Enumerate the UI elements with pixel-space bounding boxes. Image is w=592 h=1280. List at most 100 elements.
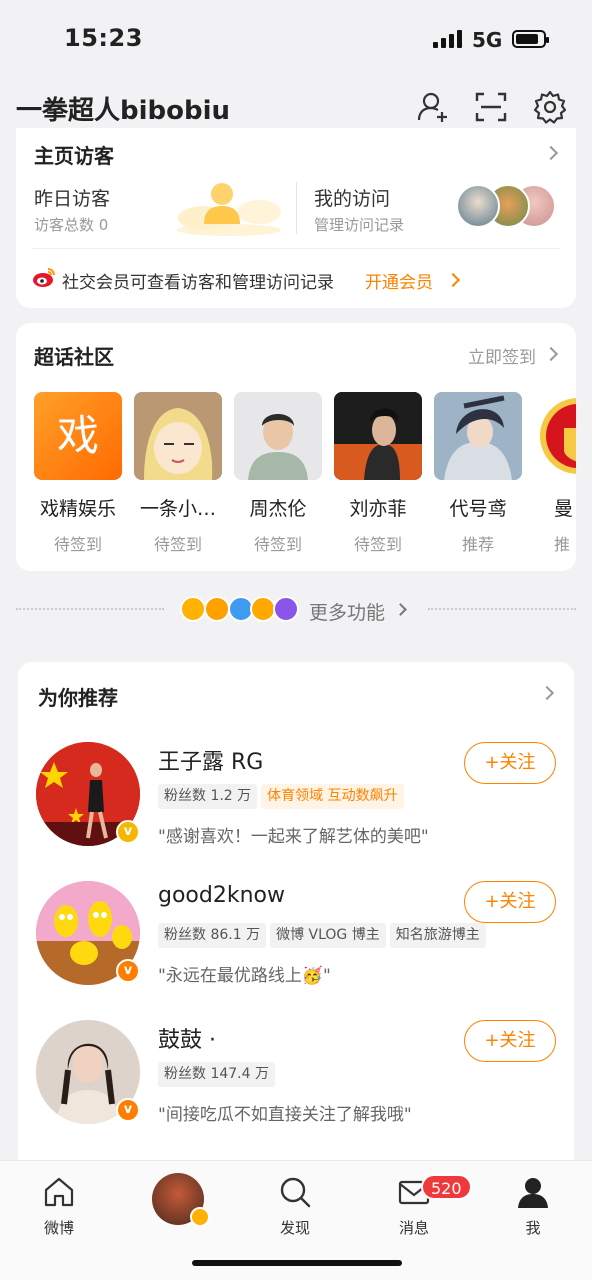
topic-name: 戏精娱乐	[39, 498, 116, 520]
anime-character-icon	[134, 392, 222, 480]
verified-badge-icon: v	[116, 1098, 140, 1122]
avatar	[152, 1173, 210, 1227]
tab-label: 微博	[43, 1219, 74, 1237]
topic-thumbnail: 戏	[34, 392, 122, 480]
topic-thumbnail	[434, 392, 522, 480]
topic-thumbnail	[534, 392, 576, 480]
super-topic-item[interactable]: 戏 戏精娱乐 待签到	[34, 392, 122, 555]
recommend-user-row[interactable]: v good2know 粉丝数 86.1 万微博 VLOG 博主 知名旅游博主 "…	[18, 881, 574, 1021]
tab-label: 我	[525, 1219, 541, 1237]
topic-status: 待签到	[53, 535, 102, 554]
gear-icon	[273, 596, 299, 622]
topic-status: 待签到	[353, 535, 402, 554]
user-icon	[518, 1178, 548, 1208]
recommend-user-row[interactable]: v 鼓鼓 · 粉丝数 147.4 万 "间接吃瓜不如直接关注了解我哦" +关注	[18, 1020, 574, 1160]
checkin-now-button[interactable]: 立即签到	[468, 343, 536, 368]
manage-visits-link[interactable]: 管理访问记录	[314, 214, 404, 235]
unread-count-badge: 520	[421, 1174, 472, 1200]
membership-promo-text: 社交会员可查看访客和管理访问记录	[62, 273, 334, 293]
visitor-total: 访客总数 0	[34, 216, 109, 234]
follow-button[interactable]: +关注	[464, 742, 556, 784]
topic-status: 待签到	[153, 535, 202, 554]
yesterday-visitors-label[interactable]: 昨日访客	[34, 184, 110, 211]
status-time: 15:23	[64, 24, 143, 52]
visitors-title: 主页访客	[34, 144, 114, 168]
user-tags: 粉丝数 1.2 万体育领域 互动数飙升	[158, 784, 408, 810]
search-icon	[280, 1177, 311, 1208]
tag: 体育领域 互动数飙升	[261, 784, 404, 809]
topic-glyph: 戏	[56, 411, 99, 460]
user-tags: 粉丝数 86.1 万微博 VLOG 博主 知名旅游博主	[158, 923, 490, 949]
tab-me[interactable]: 我	[493, 1175, 573, 1238]
user-name[interactable]: 鼓鼓 ·	[158, 1022, 216, 1054]
tab-label: 消息	[398, 1219, 429, 1237]
topic-thumbnail	[334, 392, 422, 480]
chevron-right-icon[interactable]	[543, 346, 559, 362]
divider	[16, 608, 164, 610]
user-name[interactable]: 王子露 RG	[158, 744, 263, 776]
topic-status: 推荐	[461, 535, 494, 554]
tag: 微博 VLOG 博主	[270, 923, 386, 948]
settings-icon[interactable]	[533, 90, 567, 124]
home-indicator	[192, 1260, 402, 1266]
user-name[interactable]: good2know	[158, 883, 285, 908]
person-photo-icon	[334, 392, 422, 480]
recommend-user-row[interactable]: v 王子露 RG 粉丝数 1.2 万体育领域 互动数飙升 "感谢喜欢！一起来了解…	[18, 742, 574, 882]
follow-button[interactable]: +关注	[464, 1020, 556, 1062]
super-topic-title: 超话社区	[34, 345, 114, 369]
topic-name: 曼	[554, 498, 574, 520]
super-topic-card: 超话社区 立即签到 戏 戏精娱乐 待签到 一条小… 待签到 周杰伦 待签到 刘亦…	[16, 323, 576, 571]
diamond-icon	[190, 1207, 210, 1227]
page-title: 一拳超人bibobiu	[16, 96, 231, 126]
open-membership-link[interactable]: 开通会员	[365, 268, 433, 293]
tag: 知名旅游博主	[389, 923, 486, 948]
verified-badge-icon: v	[116, 820, 140, 844]
tab-center-avatar[interactable]	[138, 1173, 218, 1227]
user-tags: 粉丝数 147.4 万	[158, 1062, 279, 1088]
super-topic-item[interactable]: 代号鸢 推荐	[434, 392, 522, 555]
visitor-illustration-icon	[177, 183, 281, 236]
user-description: "感谢喜欢！一起来了解艺体的美吧"	[158, 827, 429, 847]
home-visitors-card[interactable]: 主页访客 昨日访客 访客总数 0 我的访问 管理访问记录 社交会员可查看访客和管…	[16, 128, 576, 308]
topic-name: 周杰伦	[249, 498, 307, 520]
chevron-right-icon[interactable]	[445, 272, 461, 288]
home-icon	[44, 1177, 74, 1207]
my-visits-label[interactable]: 我的访问	[314, 184, 390, 211]
super-topic-item[interactable]: 刘亦菲 待签到	[334, 392, 422, 555]
tab-discover[interactable]: 发现	[255, 1175, 335, 1238]
add-friend-icon[interactable]	[416, 90, 450, 124]
anime-character-icon	[434, 392, 522, 480]
chevron-right-icon[interactable]	[539, 685, 555, 701]
club-crest-icon	[540, 398, 576, 474]
scan-icon[interactable]	[474, 90, 508, 124]
divider	[428, 608, 576, 610]
battery-icon	[512, 30, 549, 48]
chevron-right-icon[interactable]	[543, 145, 559, 161]
network-type: 5G	[472, 28, 503, 52]
more-features-label[interactable]: 更多功能	[309, 598, 385, 625]
avatar	[456, 184, 500, 228]
divider	[296, 182, 297, 234]
super-topic-item[interactable]: 周杰伦 待签到	[234, 392, 322, 555]
topic-thumbnail	[234, 392, 322, 480]
topic-thumbnail	[134, 392, 222, 480]
verified-badge-icon: v	[116, 959, 140, 983]
super-topic-item[interactable]: 曼 推	[534, 392, 576, 555]
user-description: "间接吃瓜不如直接关注了解我哦"	[158, 1105, 412, 1125]
signal-icon	[433, 30, 463, 48]
follow-button[interactable]: +关注	[464, 881, 556, 923]
tag: 粉丝数 86.1 万	[158, 923, 267, 948]
topic-name: 刘亦菲	[349, 498, 407, 520]
divider	[32, 248, 560, 249]
tag: 粉丝数 147.4 万	[158, 1062, 275, 1087]
topic-name: 一条小…	[139, 498, 216, 520]
more-features-row[interactable]: 更多功能	[0, 590, 592, 630]
topic-status: 待签到	[253, 535, 302, 554]
tab-weibo[interactable]: 微博	[19, 1175, 99, 1238]
super-topic-item[interactable]: 一条小… 待签到	[134, 392, 222, 555]
tag: 粉丝数 1.2 万	[158, 784, 258, 809]
diamond-icon	[204, 596, 230, 622]
chevron-right-icon[interactable]	[394, 603, 407, 616]
user-description: "永远在最优路线上🥳"	[158, 966, 331, 986]
topic-name: 代号鸢	[449, 498, 507, 520]
